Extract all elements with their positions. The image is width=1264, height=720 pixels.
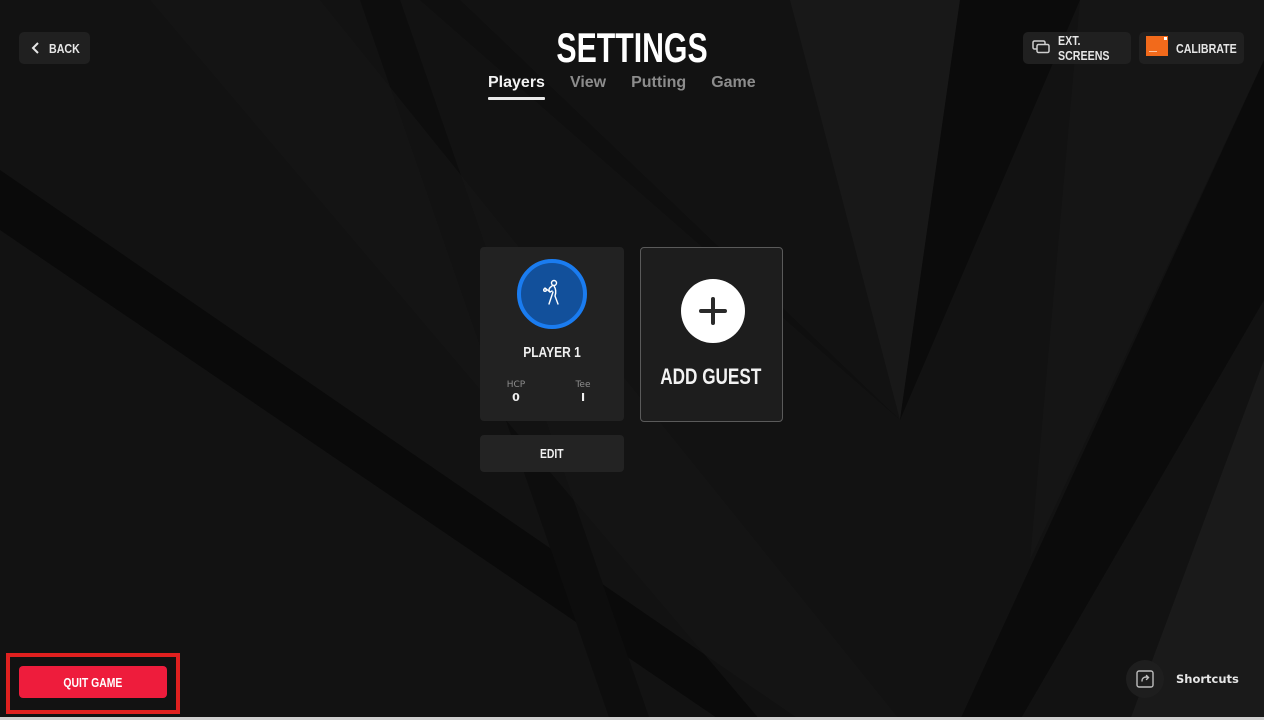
background-pattern bbox=[0, 0, 1264, 720]
quit-label: QUIT GAME bbox=[63, 674, 123, 690]
avatar bbox=[517, 259, 587, 329]
stat-label: Tee bbox=[575, 380, 591, 390]
tab-players[interactable]: Players bbox=[488, 72, 545, 100]
shortcuts-button[interactable]: Shortcuts bbox=[1126, 660, 1239, 698]
player-card[interactable]: PLAYER 1 HCP 0 Tee I bbox=[480, 247, 624, 421]
calibrate-device-icon bbox=[1146, 36, 1168, 60]
add-guest-button[interactable]: ADD GUEST bbox=[640, 247, 783, 422]
edit-label: EDIT bbox=[540, 446, 564, 461]
stat-hcp: HCP 0 bbox=[496, 380, 536, 405]
calibrate-label: CALIBRATE bbox=[1176, 40, 1237, 56]
quit-game-button[interactable]: QUIT GAME bbox=[19, 666, 167, 698]
stat-value: 0 bbox=[512, 391, 520, 404]
shortcuts-label: Shortcuts bbox=[1176, 672, 1239, 686]
screens-icon bbox=[1032, 39, 1050, 58]
player-name: PLAYER 1 bbox=[523, 344, 581, 361]
golfer-icon bbox=[537, 277, 567, 311]
stat-label: HCP bbox=[506, 380, 526, 390]
ext-screens-button[interactable]: EXT. SCREENS bbox=[1023, 32, 1131, 64]
shortcuts-icon bbox=[1126, 660, 1164, 698]
add-guest-label: ADD GUEST bbox=[660, 364, 762, 389]
tab-putting[interactable]: Putting bbox=[631, 72, 686, 100]
edit-player-button[interactable]: EDIT bbox=[480, 435, 624, 472]
tab-game[interactable]: Game bbox=[711, 72, 755, 100]
calibrate-button[interactable]: CALIBRATE bbox=[1139, 32, 1244, 64]
stat-value: I bbox=[580, 391, 586, 404]
plus-icon bbox=[681, 279, 745, 343]
ext-screens-label: EXT. SCREENS bbox=[1058, 33, 1110, 63]
stat-tee: Tee I bbox=[563, 380, 603, 405]
tab-view[interactable]: View bbox=[570, 72, 606, 100]
settings-tabs: Players View Putting Game bbox=[488, 72, 756, 100]
